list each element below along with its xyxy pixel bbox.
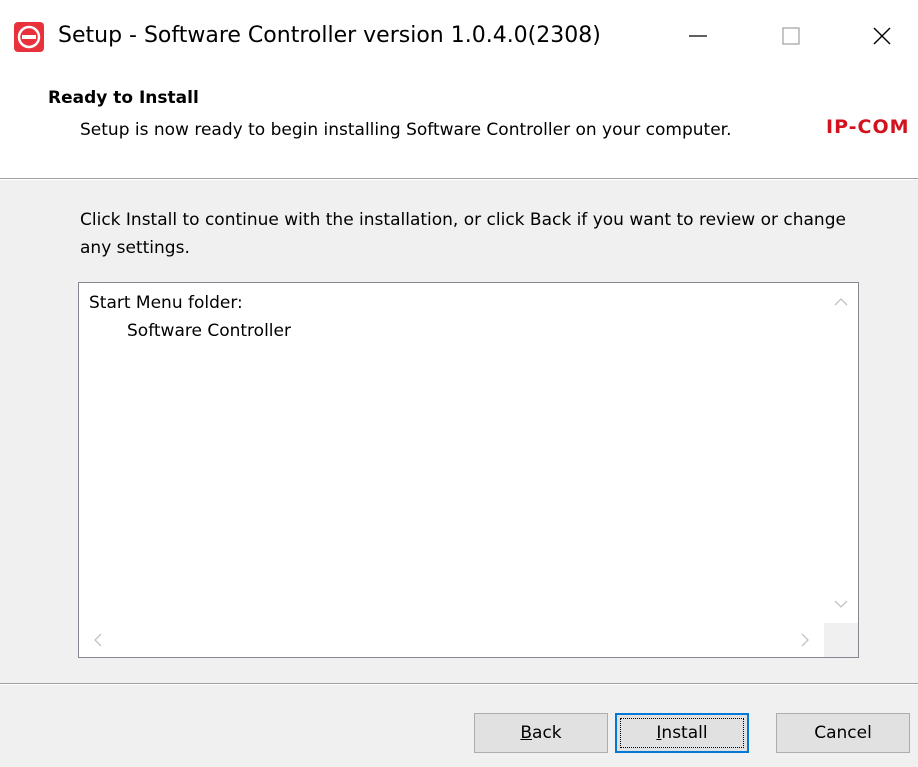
app-logo-icon — [14, 22, 44, 52]
close-button[interactable] — [838, 0, 918, 72]
chevron-up-icon — [834, 298, 848, 306]
footer-divider-highlight — [0, 684, 918, 685]
focus-rectangle — [620, 718, 744, 748]
title-bar[interactable]: Setup - Software Controller version 1.0.… — [0, 0, 918, 72]
minimize-icon — [689, 35, 707, 37]
chevron-down-icon — [834, 600, 848, 608]
back-button-label: Back — [520, 723, 562, 743]
memo-line-start-menu-label: Start Menu folder: — [89, 293, 243, 313]
cancel-button-label: Cancel — [814, 723, 872, 743]
scroll-right-button[interactable] — [792, 623, 818, 657]
horizontal-scrollbar[interactable] — [79, 623, 824, 657]
chevron-left-icon — [94, 633, 102, 647]
chevron-right-icon — [801, 633, 809, 647]
scroll-left-button[interactable] — [85, 623, 111, 657]
vertical-scrollbar[interactable] — [824, 283, 858, 623]
memo-line-start-menu-value: Software Controller — [127, 321, 291, 341]
back-button[interactable]: Back — [474, 713, 608, 753]
setup-window: Setup - Software Controller version 1.0.… — [0, 0, 918, 767]
maximize-icon — [782, 27, 800, 45]
install-button[interactable]: Install — [615, 713, 749, 753]
brand-logo: IP-COM — [826, 116, 910, 138]
window-title: Setup - Software Controller version 1.0.… — [58, 23, 601, 48]
scroll-up-button[interactable] — [824, 289, 858, 315]
ready-memo-box[interactable]: Start Menu folder: Software Controller — [78, 282, 859, 658]
minimize-button[interactable] — [654, 0, 742, 72]
header-divider-highlight — [0, 179, 918, 180]
scrollbar-corner — [824, 623, 858, 657]
close-icon — [873, 27, 891, 45]
scroll-down-button[interactable] — [824, 591, 858, 617]
maximize-button[interactable] — [747, 0, 835, 72]
page-title: Ready to Install — [48, 88, 199, 108]
page-subtitle: Setup is now ready to begin installing S… — [80, 120, 732, 140]
cancel-button[interactable]: Cancel — [776, 713, 910, 753]
wizard-header: Ready to Install Setup is now ready to b… — [0, 72, 918, 178]
instructions-text: Click Install to continue with the insta… — [80, 210, 846, 258]
memo-content: Start Menu folder: Software Controller — [89, 289, 291, 345]
